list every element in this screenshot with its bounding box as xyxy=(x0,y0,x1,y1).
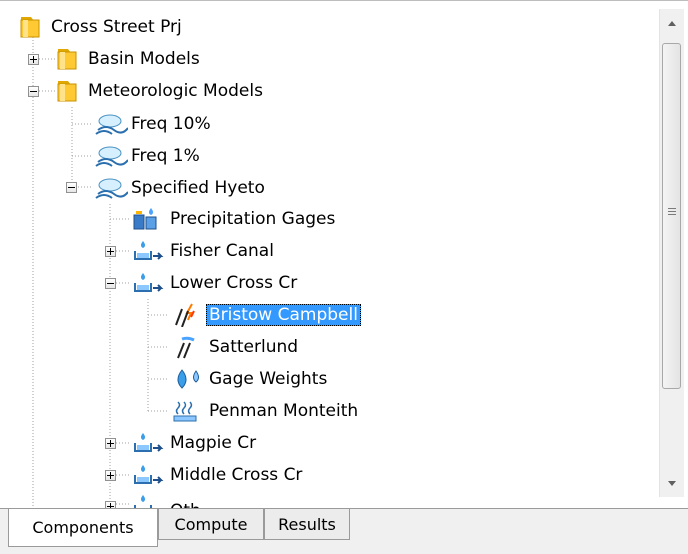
tab-components[interactable]: Components xyxy=(8,509,158,547)
scroll-down-button[interactable] xyxy=(660,469,684,497)
tree-node-freq-1[interactable]: Freq 1% xyxy=(92,144,203,168)
tree-node-label: Meteorologic Models xyxy=(88,81,263,101)
tree-node-label: Gage Weights xyxy=(209,369,328,389)
tree-node-label: Satterlund xyxy=(209,337,299,357)
expand-fisher-canal-toggle[interactable] xyxy=(105,246,116,257)
tree-node-meteorologic-models[interactable]: Meteorologic Models xyxy=(55,79,266,103)
scroll-up-button[interactable] xyxy=(660,9,684,37)
evaporation-icon xyxy=(168,399,206,423)
tree-node-satterlund[interactable]: Satterlund xyxy=(168,335,301,359)
tree-connector-lines xyxy=(32,37,168,509)
tree-node-label: Magpie Cr xyxy=(170,433,257,453)
component-tree-panel: Cross Street Prj Basin Models Meteorolog… xyxy=(0,0,688,512)
tree-node-freq-10[interactable]: Freq 10% xyxy=(92,112,214,136)
met-model-icon xyxy=(92,112,128,136)
tree-node-fisher-canal[interactable]: Fisher Canal xyxy=(131,239,277,263)
tree-node-label: Fisher Canal xyxy=(170,241,274,261)
precip-gages-icon xyxy=(131,207,167,231)
collapse-lower-cross-cr-toggle[interactable] xyxy=(105,278,116,289)
met-model-icon xyxy=(92,176,128,200)
subbasin-icon xyxy=(131,271,167,295)
tree-node-specified-hyeto[interactable]: Specified Hyeto xyxy=(92,176,268,200)
folder-icon xyxy=(55,79,85,103)
gage-weights-icon xyxy=(168,367,206,391)
tree-node-oth-partial[interactable]: Oth xyxy=(131,493,204,509)
tree-node-middle-cross-cr[interactable]: Middle Cross Cr xyxy=(131,463,305,487)
expand-magpie-cr-toggle[interactable] xyxy=(105,438,116,449)
collapse-specified-hyeto-toggle[interactable] xyxy=(66,182,77,193)
tree-node-cross-street-prj[interactable]: Cross Street Prj xyxy=(18,15,185,39)
tree-node-magpie-cr[interactable]: Magpie Cr xyxy=(131,431,259,455)
tree-node-label: Middle Cross Cr xyxy=(170,465,303,485)
tree-node-label: Cross Street Prj xyxy=(51,17,182,37)
tree-node-basin-models[interactable]: Basin Models xyxy=(55,47,203,71)
tree-vertical-scrollbar[interactable] xyxy=(659,9,684,497)
lightning-rain-icon xyxy=(168,303,206,327)
tree-node-label: Freq 10% xyxy=(131,114,211,134)
tab-compute[interactable]: Compute xyxy=(158,508,264,540)
scrollbar-thumb[interactable] xyxy=(662,43,681,389)
tree-node-penman-monteith[interactable]: Penman Monteith xyxy=(168,399,361,423)
expand-basin-models-toggle[interactable] xyxy=(28,54,39,65)
expand-middle-cross-cr-toggle[interactable] xyxy=(105,470,116,481)
tree-node-lower-cross-cr[interactable]: Lower Cross Cr xyxy=(131,271,300,295)
tree-node-label: Oth xyxy=(167,493,204,509)
tree-node-label: Basin Models xyxy=(88,49,200,69)
tree-node-gage-weights[interactable]: Gage Weights xyxy=(168,367,330,391)
tree-node-label: Precipitation Gages xyxy=(170,209,336,229)
chevron-down-icon xyxy=(668,480,676,486)
tree-node-label: Bristow Campbell xyxy=(206,304,361,326)
tree-node-label: Penman Monteith xyxy=(209,401,359,421)
subbasin-icon xyxy=(131,493,167,509)
chevron-up-icon xyxy=(668,20,676,26)
folder-icon xyxy=(55,47,85,71)
tab-results[interactable]: Results xyxy=(264,508,350,540)
tree-node-precipitation-gages[interactable]: Precipitation Gages xyxy=(131,207,338,231)
rain-icon xyxy=(168,335,206,359)
scroll-grip-icon xyxy=(668,208,676,216)
subbasin-icon xyxy=(131,239,167,263)
subbasin-icon xyxy=(131,463,167,487)
tree-node-label: Specified Hyeto xyxy=(131,178,265,198)
collapse-meteorologic-models-toggle[interactable] xyxy=(28,86,39,97)
tree-node-label: Lower Cross Cr xyxy=(170,273,298,293)
tree-node-bristow-campbell[interactable]: Bristow Campbell xyxy=(168,303,361,327)
tree-node-label: Freq 1% xyxy=(131,146,200,166)
folder-icon xyxy=(18,15,48,39)
subbasin-icon xyxy=(131,431,167,455)
met-model-icon xyxy=(92,144,128,168)
